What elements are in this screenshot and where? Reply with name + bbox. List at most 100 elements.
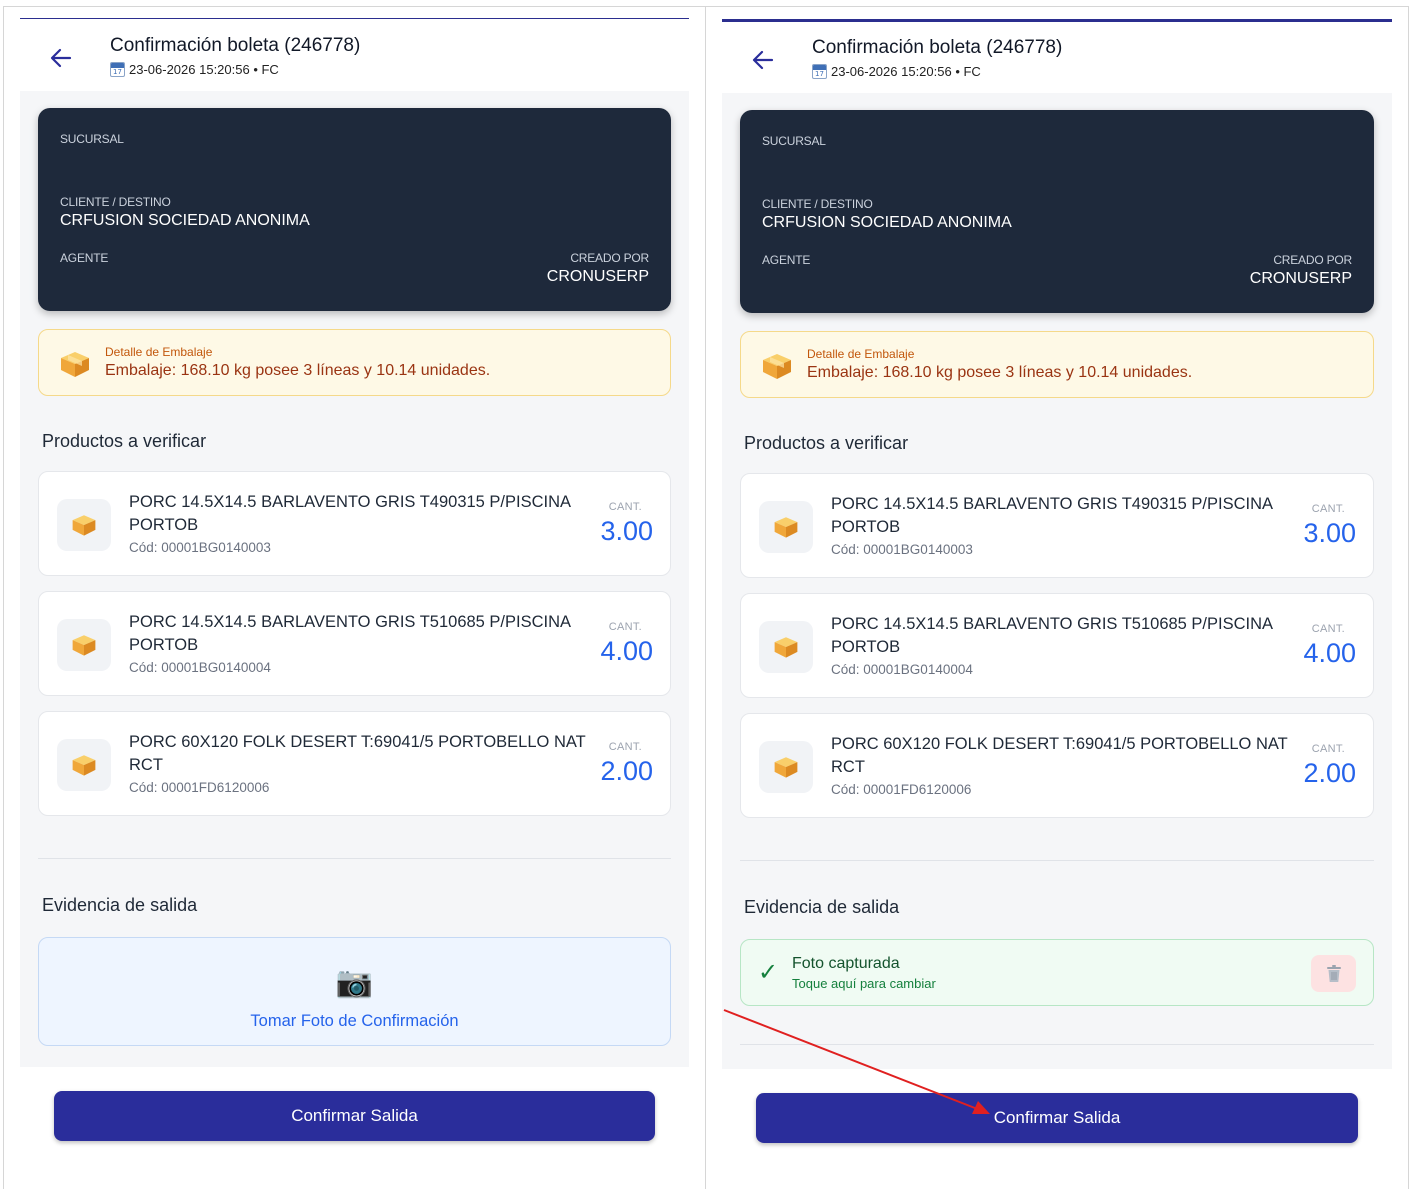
packaging-banner: Detalle de Embalaje Embalaje: 168.10 kg … <box>740 331 1374 398</box>
package-icon <box>61 352 89 377</box>
camera-icon: 📷 <box>335 965 374 1000</box>
evidence-section-title: Evidencia de salida <box>42 895 198 915</box>
package-icon <box>763 354 791 379</box>
packaging-text: Embalaje: 168.10 kg posee 3 líneas y 10.… <box>807 364 1193 381</box>
package-icon <box>72 515 96 536</box>
packaging-text: Embalaje: 168.10 kg posee 3 líneas y 10.… <box>105 362 491 379</box>
header-top-line <box>20 18 689 19</box>
header-top-line <box>722 19 1392 22</box>
product-card[interactable]: PORC 14.5X14.5 BARLAVENTO GRIS T490315 P… <box>740 473 1374 578</box>
created-by-label: CREADO POR <box>570 251 649 265</box>
product-name: PORC 60X120 FOLK DESERT T:69041/5 PORTOB… <box>831 735 1288 776</box>
back-button[interactable] <box>748 45 778 75</box>
branch-label: SUCURSAL <box>762 134 826 148</box>
footer-bar: Confirmar Salida <box>722 1069 1392 1189</box>
product-card[interactable]: PORC 14.5X14.5 BARLAVENTO GRIS T510685 P… <box>38 591 671 696</box>
captured-photo-card[interactable]: ✓ Foto capturada Toque aquí para cambiar <box>740 939 1374 1006</box>
product-icon-box <box>57 619 111 671</box>
product-card[interactable]: PORC 60X120 FOLK DESERT T:69041/5 PORTOB… <box>740 713 1374 818</box>
qty-label: CANT. <box>608 501 642 513</box>
product-card[interactable]: PORC 14.5X14.5 BARLAVENTO GRIS T490315 P… <box>38 471 671 576</box>
calendar-icon <box>812 64 827 79</box>
product-code: Cód: 00001FD6120006 <box>831 782 972 797</box>
section-divider <box>38 858 671 859</box>
product-name: PORC 14.5X14.5 BARLAVENTO GRIS T490315 P… <box>831 495 1273 536</box>
take-photo-button[interactable]: 📷 Tomar Foto de Confirmación <box>38 937 671 1046</box>
confirm-exit-button[interactable]: Confirmar Salida <box>54 1091 655 1141</box>
qty-value: 4.00 <box>600 636 653 666</box>
product-code: Cód: 00001FD6120006 <box>129 780 270 795</box>
app-header: Confirmación boleta (246778) 23-06-2026 … <box>20 21 689 91</box>
products-section-title: Productos a verificar <box>744 433 909 453</box>
qty-value: 2.00 <box>1303 758 1356 788</box>
screen-before-photo: Confirmación boleta (246778) 23-06-2026 … <box>3 6 706 1189</box>
section-divider <box>740 860 1374 861</box>
check-icon: ✓ <box>758 958 779 986</box>
created-by-label: CREADO POR <box>1273 253 1352 267</box>
product-code: Cód: 00001BG0140004 <box>129 660 271 675</box>
client-value: CRFUSION SOCIEDAD ANONIMA <box>762 214 1012 231</box>
summary-card: SUCURSAL CLIENTE / DESTINO CRFUSION SOCI… <box>38 108 671 311</box>
created-by-value: CRONUSERP <box>1249 270 1352 287</box>
app-header: Confirmación boleta (246778) 23-06-2026 … <box>722 21 1392 91</box>
created-by-value: CRONUSERP <box>546 268 649 285</box>
captured-title: Foto capturada <box>792 955 900 972</box>
captured-subtitle: Toque aquí para cambiar <box>792 976 936 991</box>
product-icon-box <box>57 499 111 551</box>
client-value: CRFUSION SOCIEDAD ANONIMA <box>60 212 310 229</box>
evidence-section-title: Evidencia de salida <box>744 897 900 917</box>
package-icon <box>774 757 798 778</box>
packaging-banner: Detalle de Embalaje Embalaje: 168.10 kg … <box>38 329 671 396</box>
screen-after-photo: Confirmación boleta (246778) 23-06-2026 … <box>706 6 1409 1189</box>
date-and-type: 23-06-2026 15:20:56 • FC <box>129 62 279 77</box>
packaging-label: Detalle de Embalaje <box>105 345 213 359</box>
arrow-left-icon <box>752 50 774 70</box>
product-name: PORC 14.5X14.5 BARLAVENTO GRIS T510685 P… <box>129 613 571 654</box>
product-code: Cód: 00001BG0140003 <box>831 542 973 557</box>
qty-label: CANT. <box>1311 623 1345 635</box>
delete-photo-button[interactable] <box>1311 955 1356 992</box>
agent-label: AGENTE <box>762 253 811 267</box>
page-subtitle: 23-06-2026 15:20:56 • FC <box>812 64 981 79</box>
qty-value: 2.00 <box>600 756 653 786</box>
product-name: PORC 14.5X14.5 BARLAVENTO GRIS T490315 P… <box>129 493 571 534</box>
package-icon <box>72 635 96 656</box>
package-icon <box>774 637 798 658</box>
qty-label: CANT. <box>608 621 642 633</box>
section-divider <box>740 1044 1374 1045</box>
confirm-exit-button[interactable]: Confirmar Salida <box>756 1093 1358 1143</box>
product-card[interactable]: PORC 60X120 FOLK DESERT T:69041/5 PORTOB… <box>38 711 671 816</box>
products-section-title: Productos a verificar <box>42 431 207 451</box>
take-photo-label: Tomar Foto de Confirmación <box>250 1012 459 1030</box>
package-icon <box>774 517 798 538</box>
date-and-type: 23-06-2026 15:20:56 • FC <box>831 64 981 79</box>
trash-icon <box>1326 964 1341 982</box>
qty-value: 3.00 <box>600 516 653 546</box>
page-subtitle: 23-06-2026 15:20:56 • FC <box>110 62 279 77</box>
qty-value: 4.00 <box>1303 638 1356 668</box>
qty-label: CANT. <box>1311 503 1345 515</box>
summary-card: SUCURSAL CLIENTE / DESTINO CRFUSION SOCI… <box>740 110 1374 313</box>
client-label: CLIENTE / DESTINO <box>60 195 171 209</box>
agent-label: AGENTE <box>60 251 109 265</box>
branch-label: SUCURSAL <box>60 132 124 146</box>
qty-label: CANT. <box>608 741 642 753</box>
page-title: Confirmación boleta (246778) <box>110 35 361 56</box>
qty-label: CANT. <box>1311 743 1345 755</box>
package-icon <box>72 755 96 776</box>
product-icon-box <box>57 739 111 791</box>
product-card[interactable]: PORC 14.5X14.5 BARLAVENTO GRIS T510685 P… <box>740 593 1374 698</box>
product-name: PORC 14.5X14.5 BARLAVENTO GRIS T510685 P… <box>831 615 1273 656</box>
back-button[interactable] <box>46 43 76 73</box>
scroll-content[interactable]: SUCURSAL CLIENTE / DESTINO CRFUSION SOCI… <box>722 93 1392 1069</box>
product-code: Cód: 00001BG0140003 <box>129 540 271 555</box>
product-code: Cód: 00001BG0140004 <box>831 662 973 677</box>
product-icon-box <box>759 741 813 793</box>
footer-bar: Confirmar Salida <box>20 1067 689 1189</box>
client-label: CLIENTE / DESTINO <box>762 197 873 211</box>
product-icon-box <box>759 621 813 673</box>
scroll-content[interactable]: SUCURSAL CLIENTE / DESTINO CRFUSION SOCI… <box>20 91 689 1067</box>
page-title: Confirmación boleta (246778) <box>812 37 1063 58</box>
calendar-icon <box>110 62 125 77</box>
qty-value: 3.00 <box>1303 518 1356 548</box>
